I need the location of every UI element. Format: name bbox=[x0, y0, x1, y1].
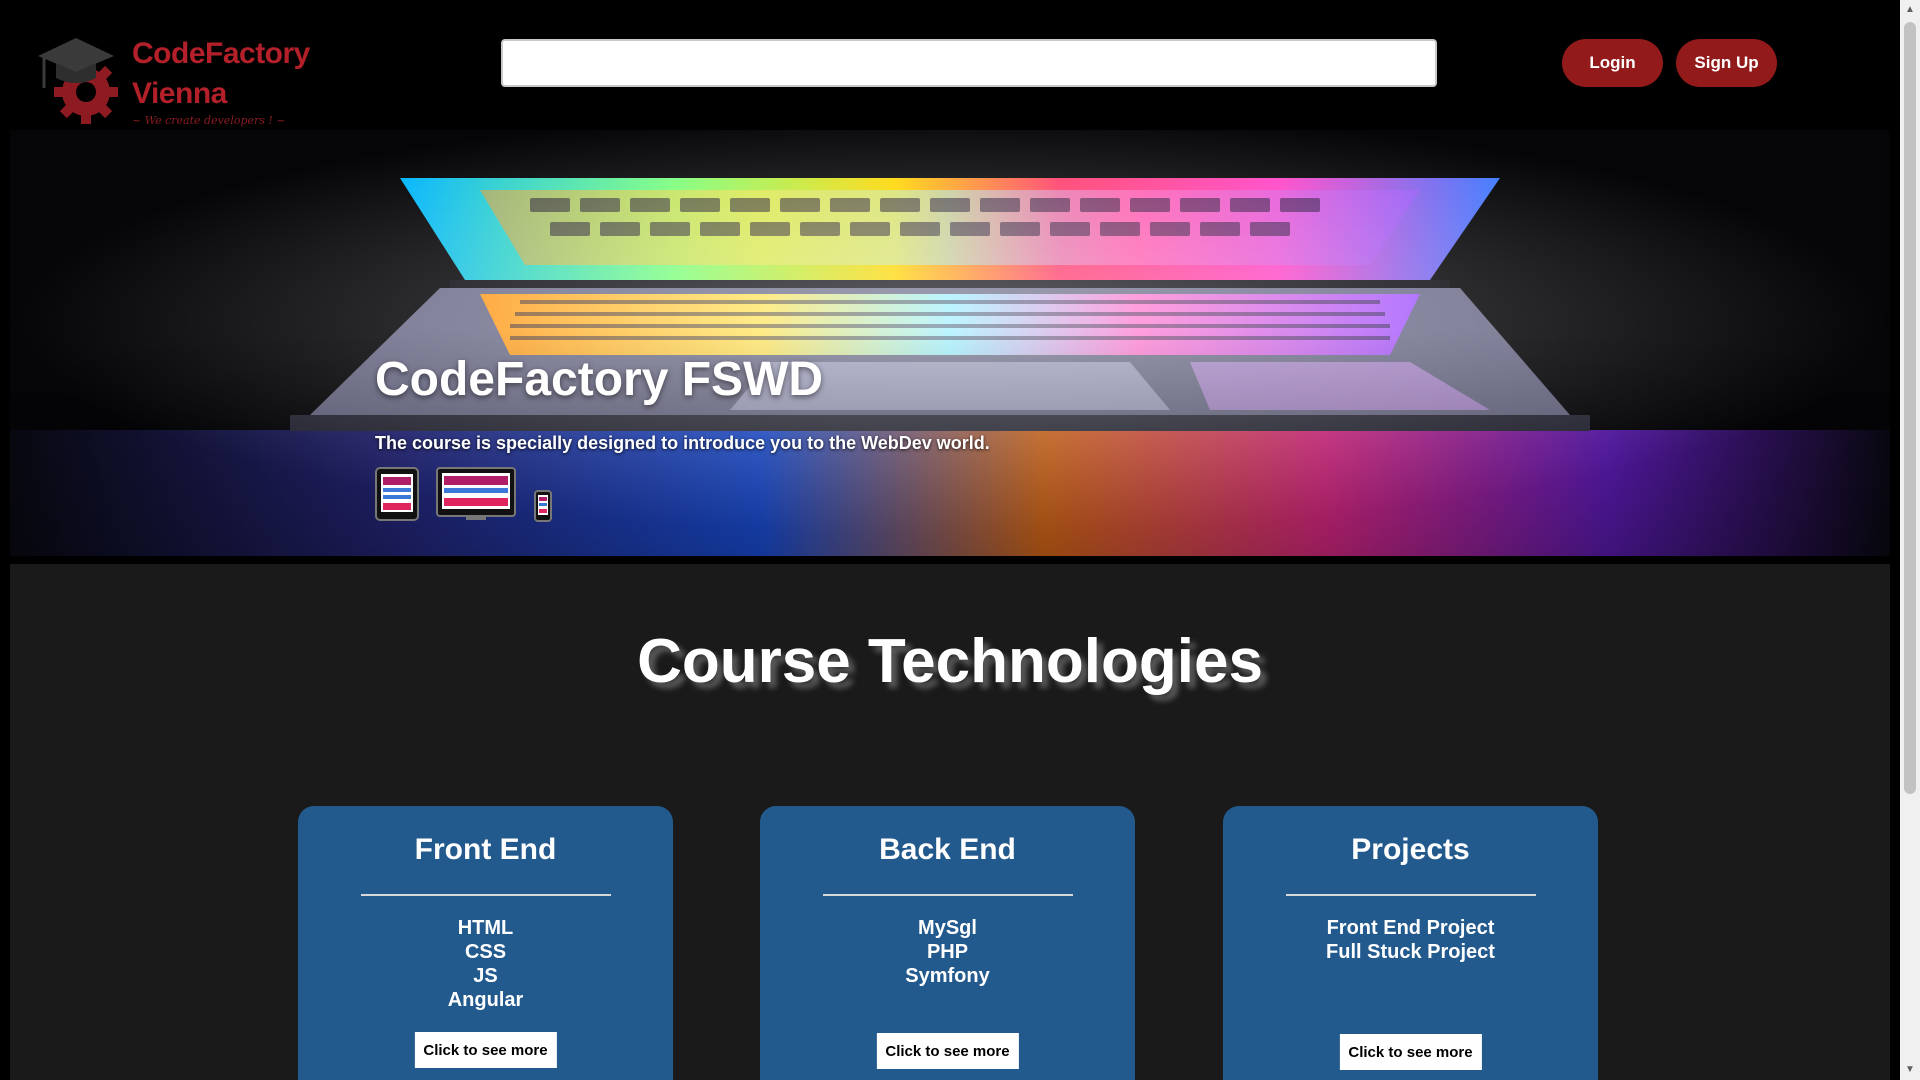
logo-text: CodeFactory Vienna bbox=[132, 34, 310, 114]
list-item: HTML bbox=[457, 917, 514, 939]
technologies-section: Course Technologies Front End HTML CSS J… bbox=[10, 564, 1890, 1080]
scroll-down-icon[interactable]: ▼ bbox=[1900, 1060, 1920, 1080]
card-divider bbox=[360, 894, 611, 896]
card-divider bbox=[1285, 894, 1536, 896]
search-input[interactable] bbox=[501, 39, 1437, 87]
list-item: Symfony bbox=[905, 965, 990, 987]
card-title: Front End bbox=[414, 833, 557, 866]
card-tech-list: HTML CSS JS Angular bbox=[298, 916, 673, 1012]
section-title: Course Technologies bbox=[637, 627, 1263, 696]
see-more-button[interactable]: Click to see more bbox=[414, 1032, 557, 1068]
card-back-end: Back End MySgl PHP Symfony Click to see … bbox=[760, 806, 1135, 1080]
gear-graduation-cap-icon bbox=[38, 38, 118, 124]
list-item: JS bbox=[473, 965, 498, 987]
hero-laptop-image bbox=[10, 130, 1890, 556]
scroll-up-icon[interactable]: ▲ bbox=[1900, 0, 1920, 20]
site-logo[interactable]: CodeFactory Vienna ~ We create developer… bbox=[34, 30, 334, 134]
hero-title: CodeFactory FSWD bbox=[375, 353, 824, 406]
logo-line-2: Vienna bbox=[132, 77, 227, 110]
card-tech-list: Front End Project Full Stuck Project bbox=[1223, 916, 1598, 964]
card-projects: Projects Front End Project Full Stuck Pr… bbox=[1223, 806, 1598, 1080]
tablet-icon bbox=[375, 467, 419, 521]
login-button[interactable]: Login bbox=[1562, 39, 1663, 87]
signup-button[interactable]: Sign Up bbox=[1676, 39, 1777, 87]
page: CodeFactory Vienna ~ We create developer… bbox=[0, 0, 1920, 1080]
list-item: MySgl bbox=[918, 917, 977, 939]
see-more-button[interactable]: Click to see more bbox=[876, 1033, 1019, 1069]
hero-subtitle: The course is specially designed to intr… bbox=[375, 433, 990, 453]
hero-banner: CodeFactory FSWD The course is specially… bbox=[10, 130, 1890, 556]
logo-line-1: CodeFactory bbox=[132, 37, 310, 70]
card-title: Projects bbox=[1351, 833, 1470, 866]
logo-tagline: ~ We create developers ! ~ bbox=[132, 114, 286, 127]
list-item: Angular bbox=[447, 989, 524, 1011]
card-tech-list: MySgl PHP Symfony bbox=[760, 916, 1135, 988]
phone-icon bbox=[534, 490, 552, 522]
list-item: Full Stuck Project bbox=[1326, 941, 1495, 963]
card-title: Back End bbox=[879, 833, 1016, 866]
card-divider bbox=[822, 894, 1073, 896]
list-item: Front End Project bbox=[1326, 917, 1495, 939]
see-more-button[interactable]: Click to see more bbox=[1339, 1034, 1482, 1070]
list-item: CSS bbox=[464, 941, 507, 963]
list-item: PHP bbox=[926, 941, 969, 963]
scrollbar-thumb[interactable] bbox=[1904, 22, 1916, 794]
desktop-icon bbox=[436, 467, 516, 520]
card-front-end: Front End HTML CSS JS Angular Click to s… bbox=[298, 806, 673, 1080]
vertical-scrollbar[interactable]: ▲ ▼ bbox=[1900, 0, 1920, 1080]
